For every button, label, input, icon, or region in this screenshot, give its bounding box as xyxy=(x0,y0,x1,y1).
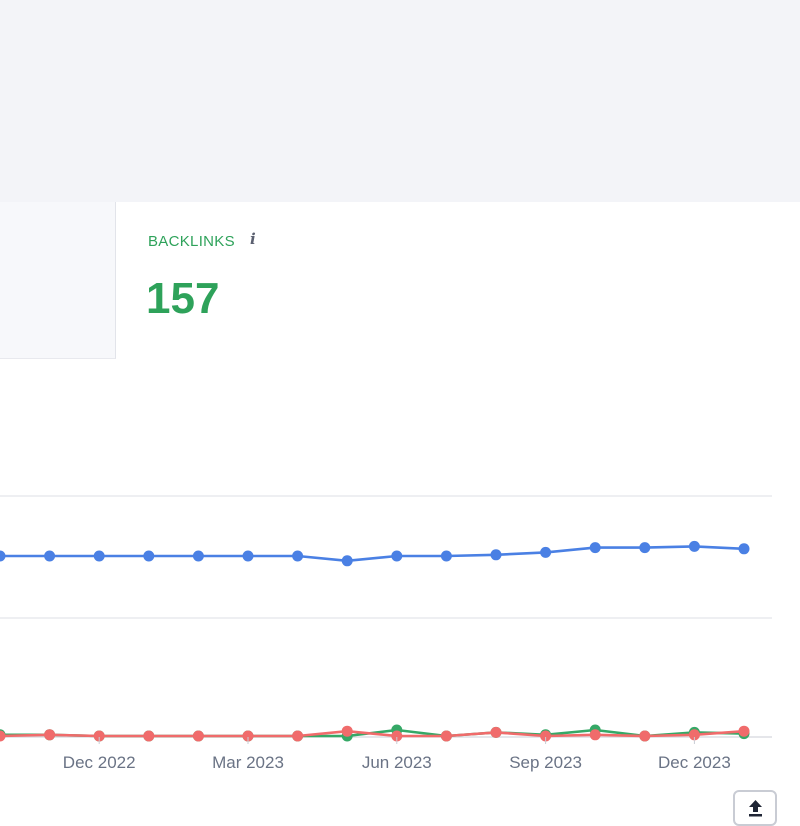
data-point xyxy=(440,550,452,562)
info-icon[interactable]: i xyxy=(250,230,256,248)
backlinks-label: BACKLINKS xyxy=(148,233,235,250)
data-point xyxy=(589,542,601,554)
data-point xyxy=(639,730,651,742)
backlinks-line-chart: Dec 2022 Mar 2023 Jun 2023 Sep 2023 Dec 2023 xyxy=(0,495,772,772)
data-point xyxy=(341,725,353,737)
data-point xyxy=(242,550,254,562)
data-point xyxy=(341,555,353,567)
data-point xyxy=(738,725,750,737)
page-header-band xyxy=(0,0,800,202)
data-point xyxy=(0,550,6,562)
data-point xyxy=(391,550,403,562)
data-point xyxy=(292,730,304,742)
data-point xyxy=(192,550,204,562)
upload-icon xyxy=(749,800,762,817)
backlinks-value: 157 xyxy=(146,274,220,323)
data-point xyxy=(192,730,204,742)
data-point xyxy=(639,542,651,554)
data-point xyxy=(490,549,502,561)
series-line-0 xyxy=(0,545,745,563)
data-point xyxy=(688,540,700,552)
data-point xyxy=(589,729,601,741)
data-point xyxy=(143,730,155,742)
export-button[interactable] xyxy=(733,790,777,826)
x-tick-label: Dec 2023 xyxy=(658,753,731,772)
data-point xyxy=(143,550,155,562)
data-point xyxy=(540,546,552,558)
data-point xyxy=(44,729,56,741)
data-point xyxy=(738,543,750,555)
data-point xyxy=(93,550,105,562)
x-tick-label: Dec 2022 xyxy=(63,753,136,772)
x-tick-label: Mar 2023 xyxy=(212,753,284,772)
data-point xyxy=(292,550,304,562)
data-point xyxy=(44,550,56,562)
x-tick-label: Sep 2023 xyxy=(509,753,582,772)
data-point xyxy=(490,726,502,738)
data-point xyxy=(440,730,452,742)
adjacent-metric-card[interactable] xyxy=(0,202,116,359)
x-tick-label: Jun 2023 xyxy=(362,753,432,772)
